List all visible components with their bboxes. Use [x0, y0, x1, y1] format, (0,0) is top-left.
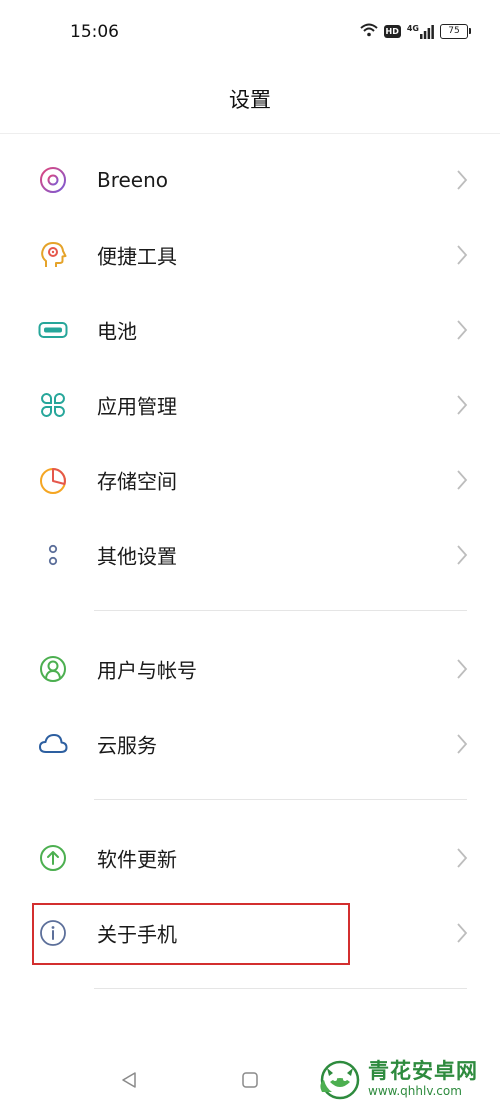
settings-item-label: 其他设置: [97, 544, 177, 568]
status-icons: HD 4G 75: [359, 22, 471, 41]
chevron-right-icon: [456, 319, 468, 341]
settings-item-software-update[interactable]: 软件更新: [0, 820, 500, 895]
status-bar: 15:06 HD 4G 75: [0, 0, 500, 66]
settings-item-label: 云服务: [97, 733, 157, 757]
chevron-right-icon: [456, 469, 468, 491]
settings-item-battery[interactable]: 电池: [0, 292, 500, 367]
breeno-icon: [38, 165, 68, 195]
settings-item-label: 存储空间: [97, 469, 177, 493]
back-icon[interactable]: [120, 1071, 138, 1089]
chevron-right-icon: [456, 544, 468, 566]
settings-item-storage[interactable]: 存储空间: [0, 442, 500, 517]
user-account-icon: [38, 654, 68, 684]
settings-item-label: 用户与帐号: [97, 658, 197, 682]
watermark-title: 青花安卓网: [368, 1059, 478, 1083]
section-divider: [94, 610, 467, 611]
chevron-right-icon: [456, 922, 468, 944]
chevron-right-icon: [456, 733, 468, 755]
network-type: 4G: [406, 23, 419, 33]
settings-item-user-account[interactable]: 用户与帐号: [0, 631, 500, 706]
chevron-right-icon: [456, 847, 468, 869]
section-divider: [94, 988, 467, 989]
app-management-icon: [38, 390, 68, 420]
chevron-right-icon: [456, 244, 468, 266]
status-time: 15:06: [70, 22, 119, 42]
settings-item-label: 应用管理: [97, 394, 177, 418]
settings-item-cloud-service[interactable]: 云服务: [0, 706, 500, 781]
battery-indicator: 75: [440, 24, 471, 39]
header-divider: [0, 133, 500, 134]
watermark-url: www.qhhlv.com: [368, 1084, 462, 1098]
highlight-box: [32, 903, 350, 965]
battery-icon: [38, 315, 68, 345]
chevron-right-icon: [456, 658, 468, 680]
section-divider: [94, 799, 467, 800]
settings-item-label: 软件更新: [97, 847, 177, 871]
chevron-right-icon: [456, 169, 468, 191]
hd-badge: HD: [383, 25, 401, 38]
home-icon[interactable]: [241, 1071, 259, 1089]
convenience-tools-icon: [38, 240, 68, 270]
wifi-icon: [359, 22, 378, 41]
cloud-icon: [38, 729, 68, 759]
settings-item-convenience-tools[interactable]: 便捷工具: [0, 217, 500, 292]
settings-item-breeno[interactable]: Breeno: [0, 142, 500, 217]
other-settings-icon: [38, 540, 68, 570]
software-update-icon: [38, 843, 68, 873]
settings-item-app-management[interactable]: 应用管理: [0, 367, 500, 442]
settings-item-label: Breeno: [97, 167, 169, 192]
signal-icon: 4G: [406, 23, 434, 39]
settings-item-other-settings[interactable]: 其他设置: [0, 517, 500, 592]
storage-icon: [38, 465, 68, 495]
watermark-logo-icon: [316, 1054, 364, 1102]
chevron-right-icon: [456, 394, 468, 416]
settings-item-label: 便捷工具: [97, 244, 177, 268]
page-title: 设置: [229, 88, 271, 112]
settings-item-label: 电池: [97, 319, 137, 343]
watermark: 青花安卓网 www.qhhlv.com: [316, 1050, 494, 1106]
